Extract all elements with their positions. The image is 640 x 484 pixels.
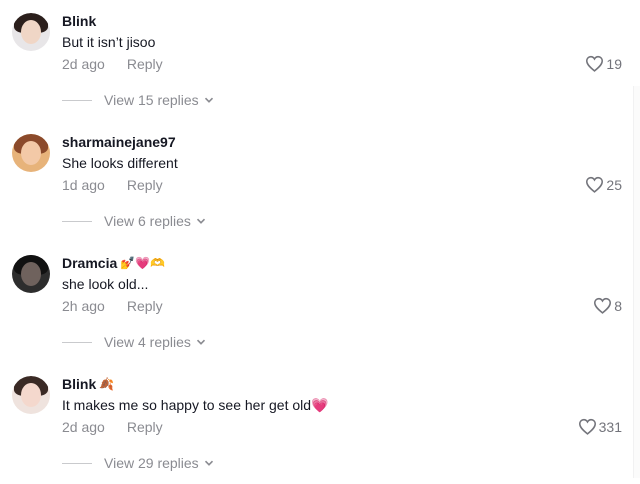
comment-meta: 1d ago Reply [62, 177, 163, 193]
comment-item: Dramcia 💅💗🫶 she look old... 2h ago Reply 8… [0, 242, 640, 363]
chevron-down-icon [196, 218, 205, 224]
comment-meta: 2d ago Reply [62, 56, 163, 72]
username-emojis: 💅💗🫶 [120, 256, 166, 270]
like-count: 25 [606, 176, 622, 193]
chevron-down-icon [204, 460, 213, 466]
reply-button[interactable]: Reply [127, 56, 163, 72]
heart-icon [586, 176, 604, 193]
like-button[interactable]: 19 [585, 55, 622, 72]
comment-username[interactable]: Dramcia 💅💗🫶 [62, 255, 165, 271]
comment-text: It makes me so happy to see her get old💗 [62, 397, 329, 413]
view-replies-label: View 29 replies [104, 455, 199, 471]
comment-item: Blink 🍂 It makes me so happy to see her g… [0, 363, 640, 484]
username-text[interactable]: Blink [62, 376, 96, 392]
like-count: 19 [606, 55, 622, 72]
view-replies-label: View 6 replies [104, 213, 191, 229]
reply-button[interactable]: Reply [127, 419, 163, 435]
username-text[interactable]: Blink [62, 13, 96, 29]
divider-line [62, 462, 92, 464]
comment-text: She looks different [62, 155, 178, 171]
view-replies-label: View 4 replies [104, 334, 191, 350]
view-replies-button[interactable]: View 6 replies [62, 213, 206, 229]
comment-meta: 2h ago Reply [62, 298, 163, 314]
heart-icon [594, 297, 612, 314]
avatar[interactable] [12, 255, 50, 293]
comment-time: 2h ago [62, 298, 105, 314]
heart-icon [578, 418, 596, 435]
divider-line [62, 99, 92, 101]
comment-username[interactable]: sharmainejane97 [62, 134, 179, 150]
view-replies-button[interactable]: View 15 replies [62, 92, 214, 108]
reply-button[interactable]: Reply [127, 177, 163, 193]
view-replies-button[interactable]: View 29 replies [62, 455, 214, 471]
avatar[interactable] [12, 13, 50, 51]
comment-time: 1d ago [62, 177, 105, 193]
username-emojis: 🍂 [99, 377, 115, 391]
like-count: 8 [614, 297, 622, 314]
like-button[interactable]: 8 [593, 297, 622, 314]
like-button[interactable]: 331 [578, 418, 622, 435]
heart-icon [586, 55, 604, 72]
like-count: 331 [598, 418, 622, 435]
comment-username[interactable]: Blink 🍂 [62, 376, 114, 392]
username-text[interactable]: sharmainejane97 [62, 134, 176, 150]
chevron-down-icon [196, 339, 205, 345]
divider-line [62, 220, 92, 222]
comment-item: sharmainejane97 She looks different 1d a… [0, 121, 640, 242]
avatar[interactable] [12, 134, 50, 172]
like-button[interactable]: 25 [585, 176, 622, 193]
reply-button[interactable]: Reply [127, 298, 163, 314]
comments-panel: Blink But it isn’t jisoo 2d ago Reply 19 … [0, 0, 640, 484]
comment-text: But it isn’t jisoo [62, 34, 156, 50]
chevron-down-icon [204, 97, 213, 103]
comment-text: she look old... [62, 276, 149, 292]
avatar[interactable] [12, 376, 50, 414]
comment-time: 2d ago [62, 419, 105, 435]
comment-item: Blink But it isn’t jisoo 2d ago Reply 19 … [0, 0, 640, 121]
divider-line [62, 341, 92, 343]
comment-meta: 2d ago Reply [62, 419, 163, 435]
username-text[interactable]: Dramcia [62, 255, 117, 271]
view-replies-button[interactable]: View 4 replies [62, 334, 206, 350]
view-replies-label: View 15 replies [104, 92, 199, 108]
comment-time: 2d ago [62, 56, 105, 72]
comment-username[interactable]: Blink [62, 13, 99, 29]
